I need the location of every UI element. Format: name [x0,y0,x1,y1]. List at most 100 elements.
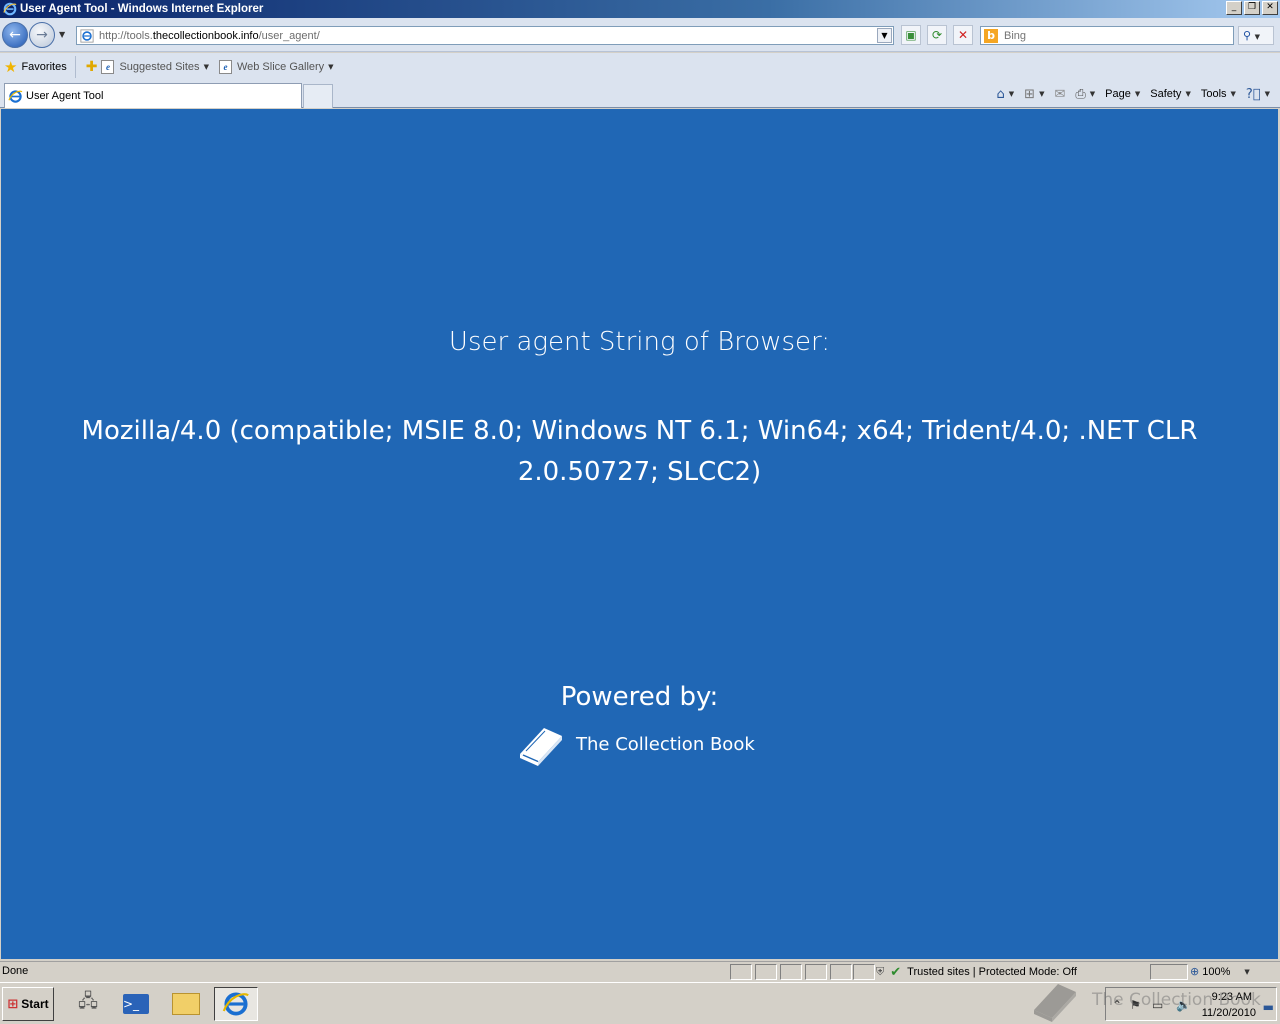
chevron-down-icon: ▼ [1264,90,1270,98]
internet-explorer-icon [3,2,17,16]
folder-icon [172,993,200,1015]
favorites-button[interactable]: ★ Favorites [4,56,76,78]
powershell-icon: >_ [123,994,149,1014]
action-center-flag-icon[interactable]: ⚑ [1130,998,1141,1012]
status-cell [780,964,802,980]
start-button[interactable]: ⊞ Start [2,987,54,1021]
compatibility-view-button[interactable]: ▣ [901,25,921,45]
star-icon: ★ [4,58,18,76]
tab-label: User Agent Tool [26,90,104,102]
page-menu-button[interactable]: Page ▼ [1105,88,1140,100]
mail-icon: ✉ [1054,86,1066,102]
favorites-label: Favorites [21,61,67,73]
zoom-control[interactable]: ⊕ 100% ▼ [1190,965,1250,978]
title-bar: User Agent Tool - Windows Internet Explo… [0,0,1280,18]
status-text: Done [2,965,29,977]
help-icon: ?⃝ [1245,86,1261,102]
address-bar[interactable]: http://tools.thecollectionbook.info/user… [76,26,894,45]
printer-icon: ⎙ [1075,86,1086,102]
status-cell [730,964,752,980]
user-agent-heading: User agent String of Browser: [448,327,831,357]
page-menu-label: Page [1105,88,1131,100]
privacy-cell[interactable] [1150,964,1188,980]
shield-icon: ⛨ [876,965,885,978]
zone-text: Trusted sites | Protected Mode: Off [907,966,1077,978]
web-slice-gallery-link[interactable]: e Web Slice Gallery ▼ [218,60,334,74]
home-icon: ⌂ [996,86,1005,102]
web-slice-gallery-label: Web Slice Gallery [236,61,325,73]
page-icon: e [218,60,232,74]
home-button[interactable]: ⌂ ▼ [997,87,1015,102]
brand-name[interactable]: The Collection Book [576,734,755,755]
window-title: User Agent Tool - Windows Internet Explo… [20,3,264,15]
print-button[interactable]: ⎙ ▼ [1075,87,1095,102]
explorer-button[interactable] [164,987,208,1021]
page-content: User agent String of Browser: Mozilla/4.… [1,109,1278,959]
clock-time[interactable]: 9:23 AM [1212,991,1252,1003]
search-options-caret[interactable]: ▼ [1255,33,1260,41]
tools-menu-label: Tools [1200,88,1227,100]
zoom-level: 100% [1202,965,1231,978]
magnifier-icon: ⚲ [1243,29,1252,42]
close-window-button[interactable]: ✕ [1262,1,1278,15]
stop-button[interactable]: ✕ [953,25,973,45]
status-cell [805,964,827,980]
chevron-down-icon: ▼ [1089,90,1096,98]
internet-explorer-icon [222,992,249,1016]
tab-user-agent-tool[interactable]: User Agent Tool [4,83,302,108]
security-zone[interactable]: ⛨ ✔ Trusted sites | Protected Mode: Off [876,964,1077,980]
feeds-button[interactable]: ⊞ ▼ [1024,87,1044,102]
suggested-sites-link[interactable]: e Suggested Sites ▼ [101,60,209,74]
address-dropdown-button[interactable]: ▼ [877,28,892,43]
address-url[interactable]: http://tools.thecollectionbook.info/user… [99,30,320,42]
status-cell [830,964,852,980]
show-desktop-icon[interactable]: ▬ [1263,1000,1274,1014]
help-button[interactable]: ?⃝ ▼ [1246,87,1270,102]
search-input[interactable] [1004,29,1224,42]
server-manager-icon: 🖧 [77,991,99,1012]
powershell-button[interactable]: >_ [114,987,158,1021]
clock-date[interactable]: 11/20/2010 [1202,1007,1256,1019]
back-button[interactable]: ← [2,22,28,48]
network-icon[interactable]: ▭ [1152,998,1163,1012]
forward-arrow-icon: → [36,27,48,43]
internet-explorer-taskbar-button[interactable] [214,987,258,1021]
show-hidden-icons-icon[interactable]: ⌃ [1112,998,1122,1012]
chevron-down-icon: ▼ [1134,90,1141,98]
zoom-icon: ⊕ [1190,965,1200,978]
safety-menu-label: Safety [1150,88,1182,100]
status-bar: Done ⛨ ✔ Trusted sites | Protected Mode:… [0,961,1280,981]
add-to-favorites-icon[interactable]: ✚ [86,59,98,75]
recent-pages-dropdown[interactable]: ▼ [59,30,65,39]
favorites-bar: ★ Favorites ✚ e Suggested Sites ▼ e Web … [0,53,1280,81]
read-mail-button[interactable]: ✉ [1054,87,1065,102]
tab-row: User Agent Tool ⌂ ▼ ⊞ ▼ ✉ ⎙ ▼ Page ▼ Safety ▼… [0,81,1280,108]
new-tab-button[interactable] [303,84,333,108]
book-icon [520,728,562,766]
search-button[interactable]: ⚲ ▼ [1238,26,1274,45]
windows-flag-icon: ⊞ [7,996,19,1012]
suggested-sites-label: Suggested Sites [119,61,200,73]
brand-link[interactable]: The Collection Book [514,720,755,768]
server-manager-button[interactable]: 🖧 [66,987,110,1021]
restore-button[interactable]: ❐ [1244,1,1260,15]
trusted-check-icon: ✔ [890,964,902,980]
start-label: Start [21,997,49,1011]
forward-button[interactable]: → [29,22,55,48]
search-box[interactable]: b [980,26,1234,45]
refresh-button[interactable]: ⟳ [927,25,947,45]
navigation-bar: ← → ▼ http://tools.thecollectionbook.inf… [0,18,1280,52]
volume-icon[interactable]: 🔈 [1176,998,1191,1012]
rss-feed-icon: ⊞ [1024,86,1036,102]
chevron-down-icon: ▼ [1008,90,1015,98]
chevron-down-icon: ▼ [1244,967,1250,976]
chevron-down-icon: ▼ [203,63,209,71]
page-ie-icon [80,28,94,43]
safety-menu-button[interactable]: Safety ▼ [1150,88,1191,100]
minimize-button[interactable]: _ [1226,1,1242,15]
chevron-down-icon: ▼ [328,63,334,71]
tools-menu-button[interactable]: Tools ▼ [1201,88,1236,100]
chevron-down-icon: ▼ [1039,90,1045,98]
compatibility-icon: ▣ [905,28,917,42]
page-icon: e [101,60,115,74]
